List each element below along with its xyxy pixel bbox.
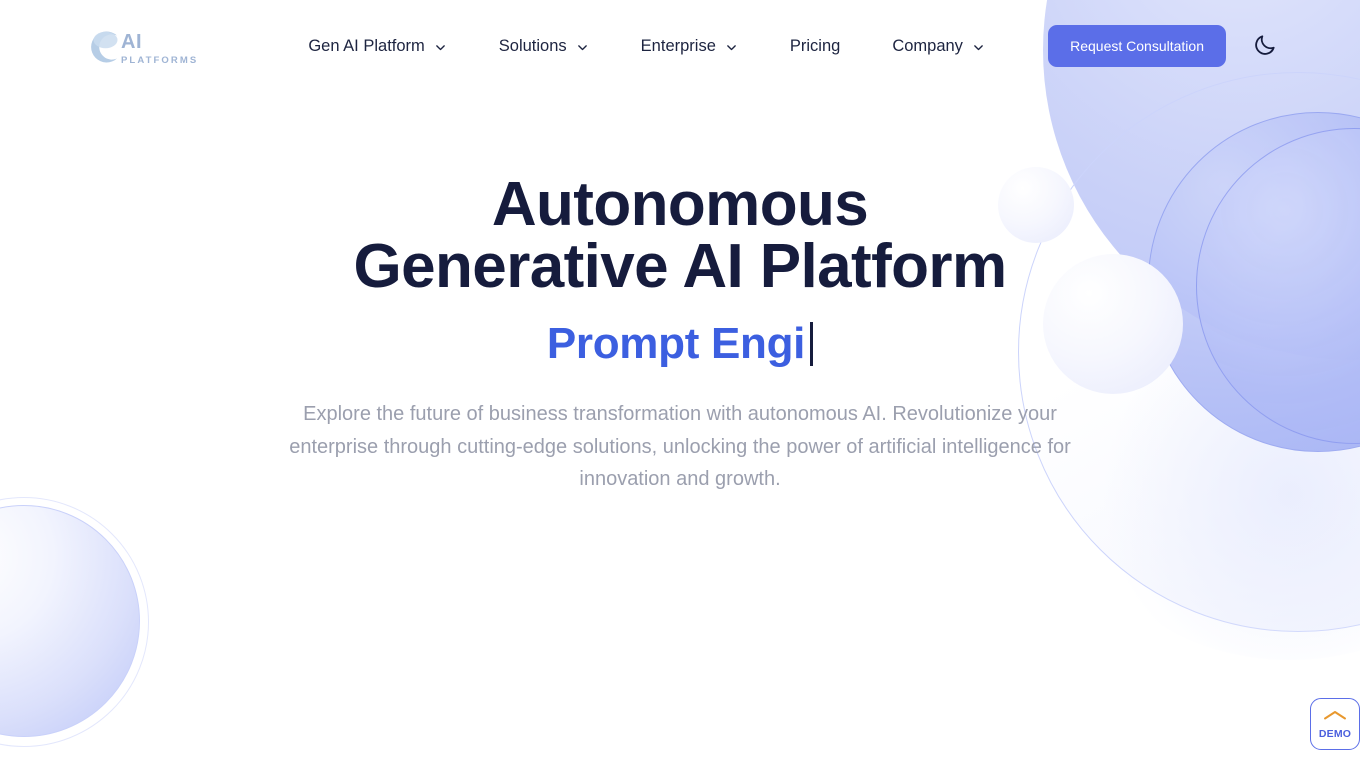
nav-item-gen-ai-platform[interactable]: Gen AI Platform: [308, 37, 446, 56]
hero-subtitle: Explore the future of business transform…: [289, 403, 1071, 491]
nav-item-label: Pricing: [789, 36, 841, 55]
main-navigation: Gen AI Platform Solutions Enterprise Pri…: [308, 37, 985, 56]
hero-section: Autonomous Generative AI Platform Prompt…: [0, 92, 1360, 496]
header-actions: Request Consultation: [1048, 25, 1282, 67]
chevron-up-icon: [1322, 708, 1348, 726]
brand-name: AI: [121, 31, 142, 54]
demo-widget-label: DEMO: [1318, 728, 1352, 740]
request-consultation-button[interactable]: Request Consultation: [1048, 25, 1226, 67]
theme-toggle-button[interactable]: [1248, 29, 1282, 63]
page-title: Autonomous Generative AI Platform: [353, 170, 1008, 301]
typing-caret: [810, 322, 814, 367]
brand-logo[interactable]: AI PLATFORMS: [84, 26, 198, 68]
nav-item-enterprise[interactable]: Enterprise: [641, 37, 738, 56]
site-header: AI PLATFORMS Gen AI Platform Solutions E…: [0, 0, 1360, 92]
nav-item-label: Company: [892, 36, 963, 55]
chevron-down-icon: [434, 40, 447, 53]
decorative-sphere-bottom-left: [0, 505, 140, 737]
nav-item-solutions[interactable]: Solutions: [499, 37, 589, 56]
brand-wordmark: AI PLATFORMS: [121, 32, 198, 66]
nav-item-label: Gen AI Platform: [308, 36, 425, 55]
chevron-down-icon: [725, 40, 738, 53]
nav-item-label: Enterprise: [640, 36, 716, 55]
nav-item-company[interactable]: Company: [892, 37, 985, 56]
nav-item-pricing[interactable]: Pricing: [790, 37, 840, 56]
chevron-down-icon: [972, 40, 985, 53]
nav-item-label: Solutions: [498, 36, 567, 55]
moon-icon: [1252, 32, 1278, 61]
demo-widget-button[interactable]: DEMO: [1310, 698, 1360, 750]
typewriter-value: Prompt Engi: [546, 319, 806, 368]
brand-tagline: PLATFORMS: [121, 55, 199, 67]
decorative-sphere-left-ring: [0, 497, 149, 747]
chevron-down-icon: [576, 40, 589, 53]
c-swoosh-logo-icon: [84, 26, 126, 68]
typewriter-text: Prompt Engi: [0, 319, 1360, 368]
